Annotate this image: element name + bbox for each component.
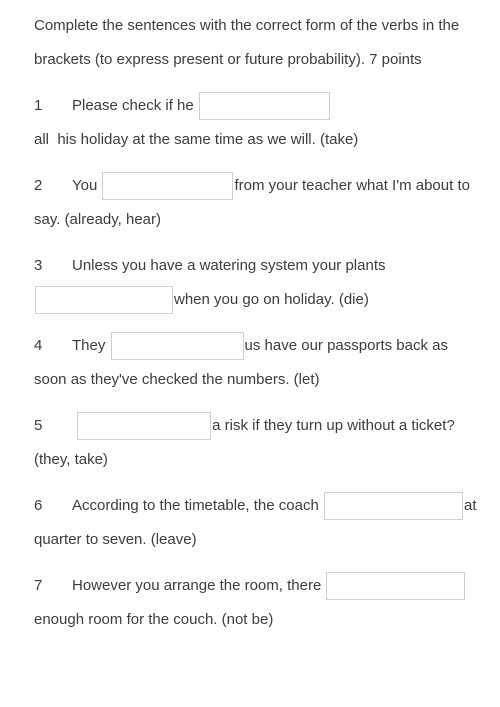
question-number-7: 7	[34, 577, 43, 594]
question-item-5: 5 a risk if they turn up without a ticke…	[34, 397, 480, 477]
question-item-3: 3 Unless you have a watering system your …	[34, 237, 480, 317]
question-text-after-7: enough room for the couch. (not be)	[34, 611, 274, 628]
answer-input-1[interactable]	[198, 92, 330, 121]
answer-input-6[interactable]	[323, 492, 463, 521]
question-item-4: 4 They us have our passports back as soon…	[34, 317, 480, 397]
question-text-after-2: from your teacher what I'm about to say.…	[34, 177, 470, 228]
question-number-6: 6	[34, 497, 43, 514]
question-text-after-1: all his holiday at the same time as we w…	[34, 131, 359, 148]
question-number-4: 4	[34, 337, 43, 354]
question-item-7: 7 However you arrange the room, there eno…	[34, 557, 480, 637]
exercise-instructions: Complete the sentences with the correct …	[34, 17, 460, 68]
question-text-before-6: According to the timetable, the coach	[72, 497, 319, 514]
question-number-2: 2	[34, 177, 43, 194]
question-text-after-3: when you go on holiday. (die)	[174, 291, 369, 308]
question-text-before-4: They	[72, 337, 106, 354]
answer-input-3[interactable]	[35, 286, 173, 315]
question-number-3: 3	[34, 257, 43, 274]
question-number-1: 1	[34, 97, 43, 114]
exercise-page: Complete the sentences with the correct …	[0, 0, 500, 707]
answer-input-4[interactable]	[110, 332, 244, 361]
question-item-6: 6 According to the timetable, the coach a…	[34, 477, 480, 557]
question-item-2: 2 You from your teacher what I'm about to…	[34, 157, 480, 237]
question-text-before-1: Please check if he	[72, 97, 194, 114]
question-text-before-7: However you arrange the room, there	[72, 577, 322, 594]
question-item-1: 1 Please check if he all his holiday at t…	[34, 77, 480, 157]
answer-input-5[interactable]	[77, 412, 212, 441]
question-number-5: 5	[34, 417, 43, 434]
answer-input-2[interactable]	[102, 172, 234, 201]
question-text-before-2: You	[72, 177, 98, 194]
question-text-before-3: Unless you have a watering system your p…	[72, 257, 386, 274]
answer-input-7[interactable]	[326, 572, 466, 601]
